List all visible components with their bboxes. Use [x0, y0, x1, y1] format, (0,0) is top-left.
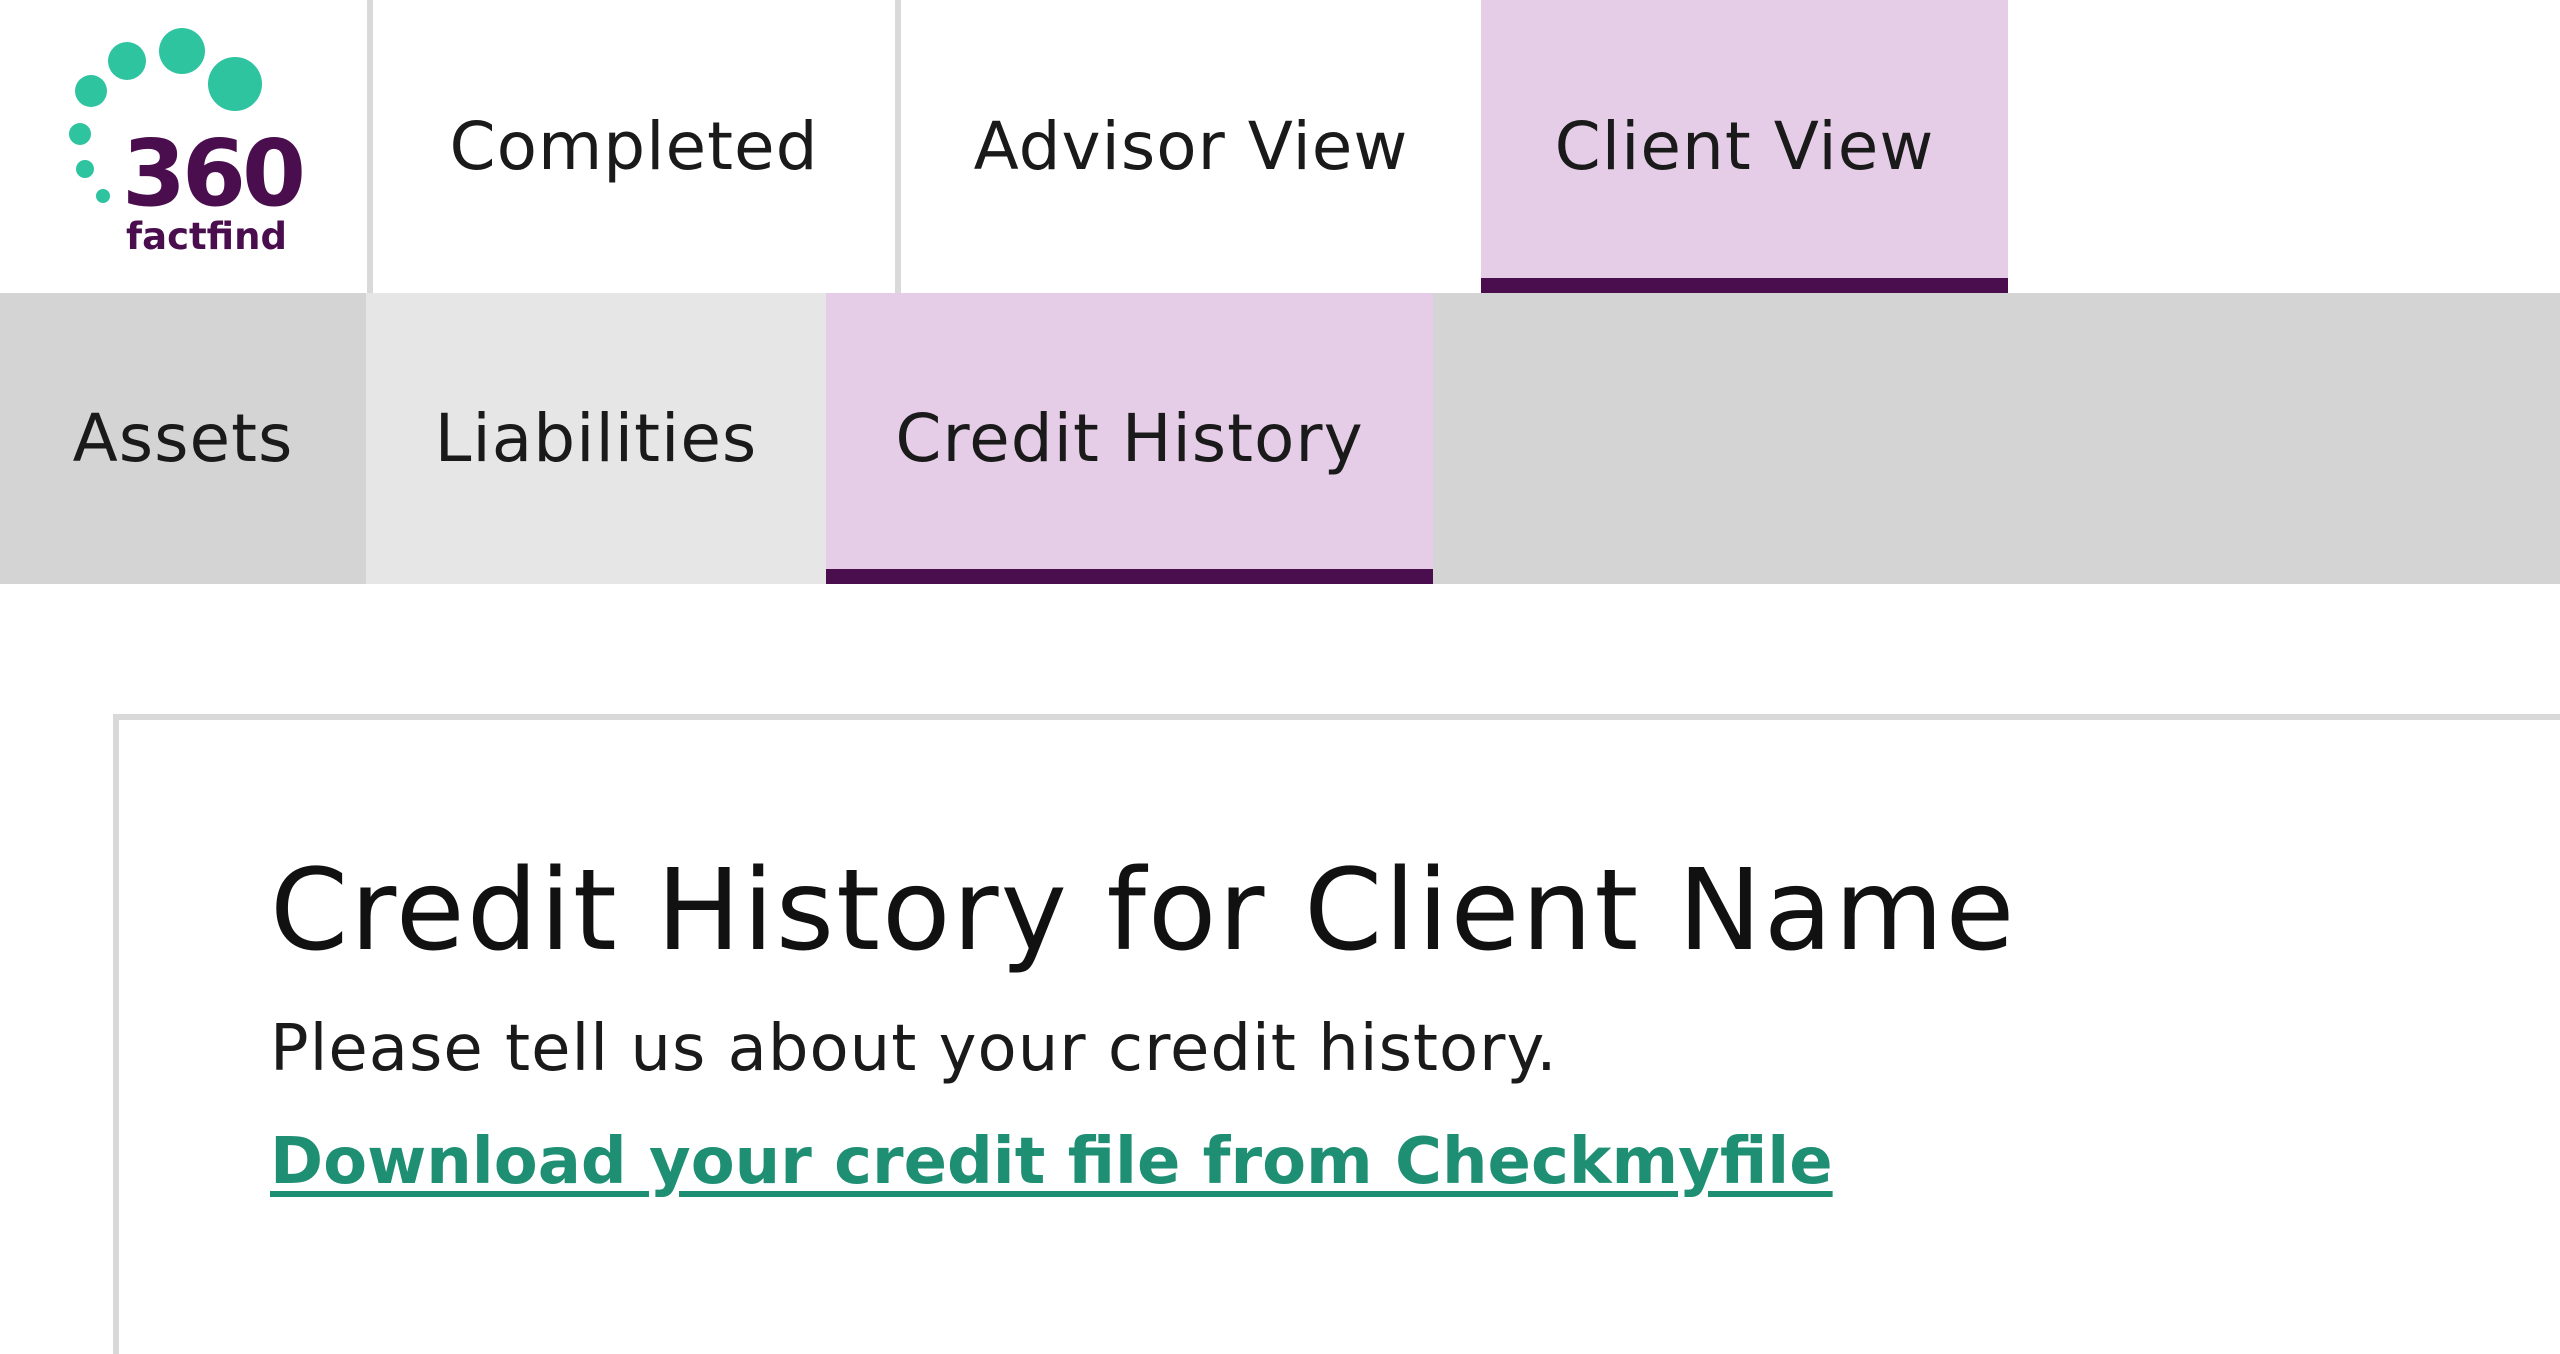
- tab-label: Completed: [449, 108, 819, 185]
- subtab-label: Liabilities: [434, 400, 758, 477]
- logo-graphic: 360 factfind: [69, 28, 306, 258]
- content-card: Credit History for Client Name Please te…: [113, 714, 2560, 1354]
- tab-label: Client View: [1554, 108, 1935, 185]
- tab-client-view[interactable]: Client View: [1481, 0, 2008, 293]
- logo[interactable]: 360 factfind: [0, 0, 370, 293]
- subtab-label: Assets: [72, 400, 294, 477]
- subtab-label: Credit History: [895, 400, 1364, 477]
- logo-word: factfind: [126, 215, 287, 258]
- page-title: Credit History for Client Name: [270, 846, 2017, 976]
- top-navigation: 360 factfind Completed Advisor View Clie…: [0, 0, 2560, 293]
- tab-label: Advisor View: [973, 108, 1409, 185]
- tab-completed[interactable]: Completed: [373, 0, 895, 293]
- sub-navigation: Assets Liabilities Credit History: [0, 293, 2560, 584]
- subtab-liabilities[interactable]: Liabilities: [366, 293, 826, 584]
- page-description: Please tell us about your credit history…: [270, 1012, 1558, 1086]
- download-credit-file-link[interactable]: Download your credit file from Checkmyfi…: [270, 1125, 1833, 1199]
- logo-number: 360: [122, 120, 302, 227]
- tab-advisor-view[interactable]: Advisor View: [901, 0, 1481, 293]
- subtab-credit-history[interactable]: Credit History: [826, 293, 1433, 584]
- subtab-assets[interactable]: Assets: [0, 293, 366, 584]
